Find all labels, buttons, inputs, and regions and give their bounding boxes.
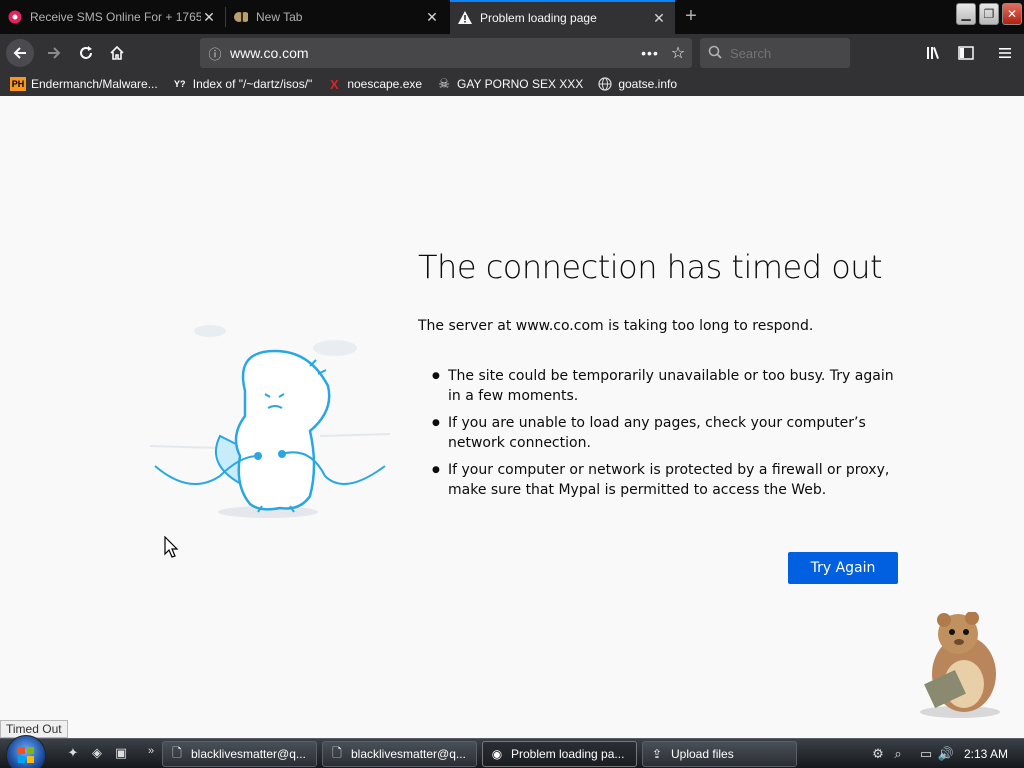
bookmark-label: Endermanch/Malware... [31, 77, 158, 91]
taskbar-item-label: Problem loading pa... [511, 747, 625, 761]
system-tray: ⚙ ⌕ ▭ 🔊 2:13 AM [868, 739, 1024, 768]
quicklaunch-moth-icon[interactable]: ✦ [64, 745, 82, 763]
x-icon: X [329, 76, 339, 92]
search-icon [708, 45, 722, 62]
forward-button[interactable] [40, 39, 68, 67]
pirate-icon: ☠ [438, 76, 450, 91]
library-button[interactable] [920, 39, 948, 67]
taskbar-item[interactable]: 🗋 blacklivesmatter@q... [322, 741, 477, 767]
windows-taskbar: ✦ ◈ ▣ » 🗋 blacklivesmatter@q... 🗋 blackl… [0, 735, 1024, 768]
error-description: The server at www.co.com is taking too l… [418, 318, 814, 334]
start-button[interactable] [6, 735, 46, 768]
error-reasons-list: The site could be temporarily unavailabl… [432, 366, 902, 507]
tray-network-icon[interactable]: ⚙ [868, 746, 888, 762]
bookmark-dartz-isos[interactable]: Y? Index of "/~dartz/isos/" [172, 77, 313, 91]
bookmark-goatse[interactable]: goatse.info [597, 77, 677, 91]
taskbar-item[interactable]: ⇪ Upload files [642, 741, 797, 767]
home-icon [110, 45, 124, 60]
tab-receive-sms[interactable]: Receive SMS Online For + 1765 ✕ [0, 0, 225, 34]
ie-icon: 🗋 [332, 745, 342, 760]
taskbar-item-label: blacklivesmatter@q... [191, 747, 306, 761]
browser-icon: ◉ [491, 747, 503, 761]
error-page: The connection has timed out The server … [0, 96, 1024, 718]
list-item: If your computer or network is protected… [432, 460, 902, 500]
restore-button[interactable]: ❐ [979, 3, 999, 25]
info-icon[interactable]: ⓘ [200, 44, 230, 63]
globe-icon [597, 77, 613, 91]
try-again-button[interactable]: Try Again [788, 552, 898, 584]
back-button[interactable] [6, 39, 34, 67]
list-item: The site could be temporarily unavailabl… [432, 366, 902, 406]
search-input[interactable] [730, 45, 840, 61]
tab-new-tab[interactable]: New Tab ✕ [226, 0, 448, 34]
url-bar[interactable]: ⓘ www.co.com ••• ☆ [200, 38, 692, 68]
home-button[interactable] [103, 39, 131, 67]
tab-title: New Tab [256, 10, 303, 24]
bookmark-endermanch[interactable]: PH Endermanch/Malware... [10, 77, 158, 91]
quicklaunch-desktop-icon[interactable]: ▣ [112, 745, 130, 763]
bookmark-label: goatse.info [618, 77, 678, 91]
hamburger-menu-icon [999, 48, 1011, 58]
close-icon[interactable]: ✕ [651, 10, 667, 27]
reload-button[interactable] [72, 39, 100, 67]
page-actions-icon[interactable]: ••• [636, 45, 664, 61]
yp-icon: Y? [173, 79, 186, 89]
reload-icon [80, 46, 92, 59]
ie-icon: 🗋 [172, 745, 182, 760]
taskbar-item-active[interactable]: ◉ Problem loading pa... [482, 741, 637, 767]
navigation-toolbar: ⓘ www.co.com ••• ☆ [0, 34, 1024, 72]
tab-strip: Receive SMS Online For + 1765 ✕ New Tab … [0, 0, 1024, 34]
windows-logo-icon [18, 747, 34, 763]
bookmark-label: noescape.exe [347, 77, 423, 91]
bookmark-star-icon[interactable]: ☆ [664, 43, 692, 63]
search-box[interactable] [700, 38, 850, 68]
bookmark-label: Index of "/~dartz/isos/" [192, 77, 313, 91]
bookmark-label: GAY PORNO SEX XXX [457, 77, 584, 91]
close-icon[interactable]: ✕ [424, 9, 440, 26]
tray-monitor-icon[interactable]: ▭ [916, 746, 936, 762]
bookmark-noescape[interactable]: X noescape.exe [326, 76, 423, 92]
url-text[interactable]: www.co.com [230, 45, 636, 61]
bookmark-gay-porno[interactable]: ☠ GAY PORNO SEX XXX [436, 76, 584, 91]
back-arrow-icon [13, 47, 26, 59]
menu-button[interactable] [991, 39, 1019, 67]
taskbar-item-label: Upload files [671, 747, 734, 761]
upload-icon: ⇪ [651, 747, 663, 761]
forward-arrow-icon [48, 47, 61, 59]
moth-icon [234, 10, 248, 24]
volume-icon[interactable]: 🔊 [936, 746, 956, 762]
bookmarks-toolbar: PH Endermanch/Malware... Y? Index of "/~… [0, 72, 1024, 96]
hamster-mascot-image [920, 612, 1000, 718]
sidebar-icon [958, 46, 974, 60]
tab-title: Receive SMS Online For + 1765 [30, 10, 201, 24]
disconnected-dinosaur-illustration [150, 325, 390, 518]
tray-search-icon[interactable]: ⌕ [888, 746, 908, 762]
tab-title: Problem loading page [480, 11, 597, 25]
library-icon [927, 47, 939, 59]
new-tab-button[interactable]: + [680, 5, 702, 27]
list-item: If you are unable to load any pages, che… [432, 413, 902, 453]
quicklaunch-shield-icon[interactable]: ◈ [88, 745, 106, 763]
window-close-button[interactable]: ✕ [1002, 3, 1022, 25]
ph-icon: PH [10, 77, 26, 91]
error-title: The connection has timed out [418, 248, 883, 286]
mouse-cursor-icon [164, 536, 179, 558]
close-icon[interactable]: ✕ [201, 9, 217, 26]
sms-icon [8, 10, 22, 24]
status-text: Timed Out [0, 720, 68, 738]
warning-icon [458, 11, 472, 25]
quicklaunch-more-icon[interactable]: » [142, 745, 160, 763]
minimize-button[interactable]: ▁ [956, 3, 976, 25]
taskbar-item-label: blacklivesmatter@q... [351, 747, 466, 761]
sidebar-button[interactable] [952, 39, 980, 67]
taskbar-item[interactable]: 🗋 blacklivesmatter@q... [162, 741, 317, 767]
tab-problem-loading[interactable]: Problem loading page ✕ [450, 0, 675, 34]
clock[interactable]: 2:13 AM [964, 747, 1008, 761]
